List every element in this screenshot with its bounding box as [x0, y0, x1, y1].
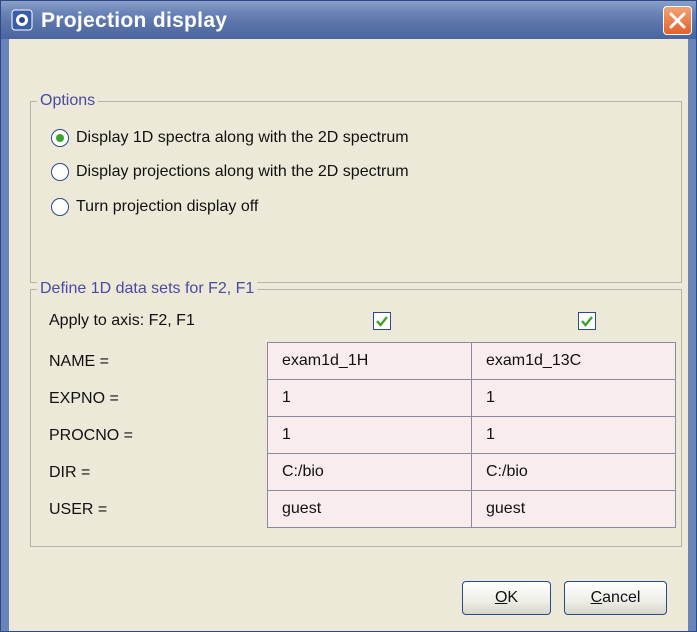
- procno-f2-field[interactable]: 1: [267, 416, 472, 454]
- projection-display-dialog: Projection display Options Display 1D sp…: [0, 0, 697, 632]
- close-icon: [669, 12, 686, 29]
- procno-f1-field[interactable]: 1: [471, 416, 676, 454]
- ok-button[interactable]: OK: [462, 581, 551, 615]
- cancel-mnemonic: C: [590, 589, 603, 606]
- options-legend: Options: [37, 92, 99, 110]
- apply-f1-checkbox[interactable]: [578, 312, 596, 330]
- dir-label: DIR =: [49, 464, 91, 481]
- radio-label: Turn projection display off: [76, 198, 259, 215]
- user-f2-field[interactable]: guest: [267, 490, 472, 528]
- expno-f2-field[interactable]: 1: [267, 379, 472, 417]
- radio-button[interactable]: [51, 163, 69, 181]
- ok-mnemonic: O: [494, 589, 508, 606]
- radio-label: Display 1D spectra along with the 2D spe…: [76, 129, 409, 146]
- radio-button[interactable]: [51, 198, 69, 216]
- datasets-group: Define 1D data sets for F2, F1 Apply to …: [30, 280, 682, 547]
- radio-projection-off[interactable]: Turn projection display off: [51, 195, 258, 219]
- datasets-legend: Define 1D data sets for F2, F1: [37, 280, 258, 298]
- ok-label-rest: K: [507, 589, 519, 606]
- name-label: NAME =: [49, 353, 110, 370]
- title-bar[interactable]: Projection display: [1, 1, 696, 39]
- apply-axis-label: Apply to axis: F2, F1: [49, 312, 195, 329]
- procno-label: PROCNO =: [49, 427, 134, 444]
- radio-display-1d-spectra[interactable]: Display 1D spectra along with the 2D spe…: [51, 126, 409, 150]
- name-f2-field[interactable]: exam1d_1H: [267, 342, 472, 380]
- user-label: USER =: [49, 501, 108, 518]
- apply-f2-checkbox[interactable]: [373, 312, 391, 330]
- options-group: Options Display 1D spectra along with th…: [30, 92, 682, 283]
- radio-label: Display projections along with the 2D sp…: [76, 163, 409, 180]
- radio-button[interactable]: [51, 129, 69, 147]
- checkmark-icon: [376, 316, 388, 327]
- checkmark-icon: [581, 316, 593, 327]
- radio-display-projections[interactable]: Display projections along with the 2D sp…: [51, 160, 409, 184]
- dir-f2-field[interactable]: C:/bio: [267, 453, 472, 491]
- expno-f1-field[interactable]: 1: [471, 379, 676, 417]
- window-border-left: [1, 39, 9, 631]
- dialog-title: Projection display: [41, 9, 228, 32]
- dir-f1-field[interactable]: C:/bio: [471, 453, 676, 491]
- name-f1-field[interactable]: exam1d_13C: [471, 342, 676, 380]
- user-f1-field[interactable]: guest: [471, 490, 676, 528]
- window-border-right: [688, 39, 696, 631]
- app-icon: [11, 9, 33, 31]
- cancel-label-rest: ancel: [602, 589, 641, 606]
- cancel-button[interactable]: Cancel: [564, 581, 667, 615]
- expno-label: EXPNO =: [49, 390, 119, 407]
- close-button[interactable]: [663, 6, 692, 35]
